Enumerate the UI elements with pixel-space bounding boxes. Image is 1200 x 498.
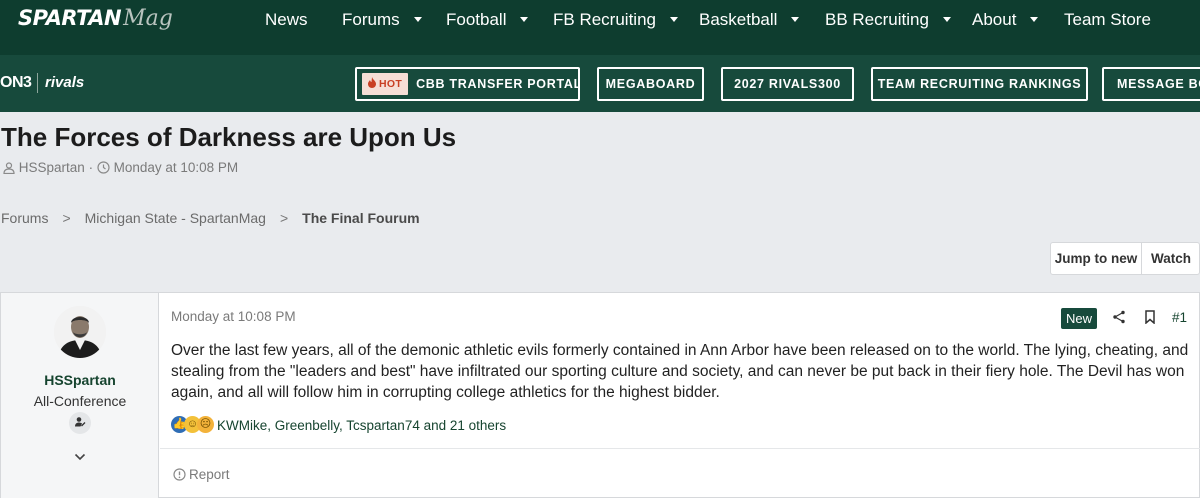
chevron-down-icon (1030, 17, 1039, 22)
site-logo[interactable]: SPARTANMag (18, 6, 173, 36)
subnav-spacer (0, 46, 1200, 55)
nav-about-label: About (972, 10, 1017, 29)
breadcrumb-final-fourum[interactable]: The Final Fourum (302, 210, 419, 226)
sad-reaction-icon: ☹ (197, 416, 214, 433)
chevron-down-icon[interactable] (74, 448, 86, 466)
post-body: Over the last few years, all of the demo… (171, 342, 1189, 401)
breadcrumb-forums[interactable]: Forums (1, 210, 48, 226)
post: HSSpartan All-Conference Monday at 10:08… (0, 292, 1200, 498)
nav-basketball-label: Basketball (699, 10, 778, 29)
nav-forums-label: Forums (342, 10, 400, 29)
thread-meta: HSSpartan · Monday at 10:08 PM (3, 160, 238, 175)
thread-title: The Forces of Darkness are Upon Us (1, 122, 457, 152)
logo-divider (37, 73, 38, 93)
user-badge-icon (69, 412, 91, 434)
team-recruiting-rankings-label: TEAM RECRUITING RANKINGS (877, 77, 1082, 91)
top-navigation: SPARTANMag News Forums Football FB Recru… (0, 0, 1200, 46)
chevron-right-icon: > (279, 210, 289, 226)
flame-icon (368, 77, 376, 88)
megaboard-label: MEGABOARD (605, 77, 696, 91)
chevron-down-icon (520, 17, 529, 22)
breadcrumb-michigan-state[interactable]: Michigan State - SpartanMag (85, 210, 266, 226)
report-label: Report (189, 467, 230, 482)
jump-to-new-button[interactable]: Jump to new (1051, 243, 1142, 274)
user-title: All-Conference (33, 393, 127, 409)
nav-news-label: News (265, 10, 308, 29)
megaboard-link[interactable]: MEGABOARD (597, 67, 704, 101)
nav-team-store-label: Team Store (1064, 10, 1151, 29)
nav-about[interactable]: About (972, 10, 1039, 30)
chevron-down-icon (791, 17, 800, 22)
logo-text-sub: Mag (123, 6, 173, 31)
team-recruiting-rankings-link[interactable]: TEAM RECRUITING RANKINGS (871, 67, 1088, 101)
avatar-portrait-icon (54, 306, 106, 358)
meta-separator: · (88, 160, 94, 175)
post-author-panel: HSSpartan All-Conference (1, 293, 159, 498)
nav-football[interactable]: Football (446, 10, 529, 30)
logo-text-main: SPARTAN (18, 6, 122, 30)
reactions-bar[interactable]: 👍 ☺ ☹ KWMike, Greenbelly, Tcspartan74 an… (171, 415, 506, 435)
chevron-down-icon (413, 17, 422, 22)
thread-author[interactable]: HSSpartan (19, 160, 85, 175)
avatar[interactable] (54, 306, 106, 358)
report-button[interactable]: Report (173, 467, 230, 482)
report-icon (173, 468, 186, 481)
clock-icon (97, 161, 110, 174)
hot-badge: HOT (362, 73, 409, 95)
nav-bb-recruiting[interactable]: BB Recruiting (825, 10, 951, 30)
hot-badge-label: HOT (379, 78, 403, 90)
rivals-logo[interactable]: rivals (45, 74, 84, 91)
reactors-list[interactable]: KWMike, Greenbelly, Tcspartan74 and 21 o… (217, 418, 506, 433)
user-icon (3, 162, 15, 175)
post-number[interactable]: #1 (1172, 310, 1187, 325)
nav-news[interactable]: News (265, 10, 308, 30)
share-icon[interactable] (1112, 310, 1126, 329)
on3-logo[interactable]: ON3 (0, 74, 32, 92)
post-author-name[interactable]: HSSpartan (1, 372, 159, 388)
nav-team-store[interactable]: Team Store (1064, 10, 1151, 30)
nav-basketball[interactable]: Basketball (699, 10, 800, 30)
bookmark-icon[interactable] (1144, 310, 1156, 329)
message-board-label: MESSAGE BO (1117, 77, 1200, 91)
watch-button[interactable]: Watch (1142, 243, 1200, 274)
secondary-navigation: ON3 rivals HOT CBB TRANSFER PORTAL MEGABO… (0, 55, 1200, 112)
thread-actions: Jump to new Watch (1050, 242, 1200, 275)
nav-fb-recruiting-label: FB Recruiting (553, 10, 656, 29)
chevron-down-icon (669, 17, 678, 22)
nav-forums[interactable]: Forums (342, 10, 422, 30)
new-badge: New (1061, 308, 1098, 329)
nav-football-label: Football (446, 10, 507, 29)
rivals300-label: 2027 RIVALS300 (734, 77, 841, 91)
reaction-icons: 👍 ☺ ☹ (171, 415, 215, 435)
chevron-down-icon (942, 17, 951, 22)
breadcrumb: Forums > Michigan State - SpartanMag > The F… (1, 210, 420, 226)
nav-fb-recruiting[interactable]: FB Recruiting (553, 10, 678, 30)
thread-date[interactable]: Monday at 10:08 PM (114, 160, 239, 175)
post-footer (160, 448, 1200, 498)
rivals300-link[interactable]: 2027 RIVALS300 (721, 67, 854, 101)
cbb-transfer-portal-link[interactable]: HOT CBB TRANSFER PORTAL (355, 67, 580, 101)
nav-bb-recruiting-label: BB Recruiting (825, 10, 929, 29)
message-board-link[interactable]: MESSAGE BO (1102, 67, 1200, 101)
chevron-right-icon: > (62, 210, 71, 226)
post-date[interactable]: Monday at 10:08 PM (171, 309, 296, 324)
cbb-transfer-portal-label: CBB TRANSFER PORTAL (416, 77, 580, 91)
